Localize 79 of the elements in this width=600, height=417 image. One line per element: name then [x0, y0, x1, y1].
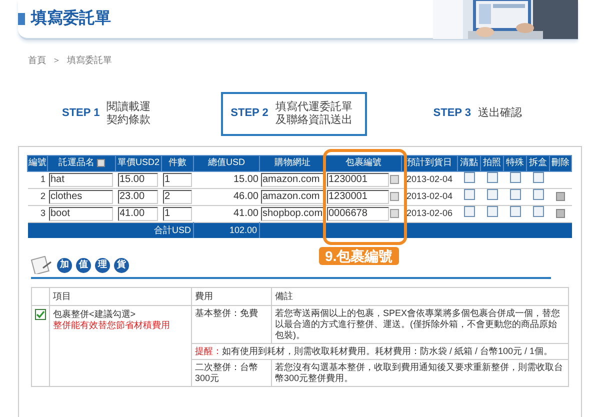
column-header: 編號: [28, 155, 48, 171]
column-header: 項目: [50, 288, 192, 306]
quantity-field[interactable]: 1: [162, 206, 192, 220]
url-field[interactable]: shopbop.com: [260, 206, 324, 220]
column-header: 特殊: [504, 155, 526, 171]
url-field[interactable]: amazon.com: [260, 190, 324, 204]
arrival-date-cell: 2013-02-04: [402, 171, 458, 188]
heading-char: 理: [95, 258, 110, 272]
checkbox[interactable]: [35, 309, 46, 320]
column-header: 預計到貨日: [402, 155, 458, 171]
column-header: 購物網址: [260, 155, 326, 171]
reminder-text: 提醒：如有使用到耗材，則需收取耗材費用。耗材費用：防水袋 / 紙箱 / 台幣100元 / 1個。: [192, 344, 568, 360]
item-name-field[interactable]: hat: [48, 172, 112, 186]
heading-char: 加: [57, 258, 72, 272]
package-number-field[interactable]: 0006678: [326, 206, 388, 220]
step-text: 送出確認: [478, 107, 523, 120]
step-text: 填寫代運委託單及聯絡資訊送出: [275, 100, 354, 126]
price-field[interactable]: 41.00: [118, 206, 158, 220]
heading-char: 值: [76, 258, 91, 272]
clipboard-icon: [31, 256, 53, 274]
price-field[interactable]: 23.00: [118, 190, 158, 204]
checkbox[interactable]: [486, 188, 498, 200]
column-header: 拍照: [480, 155, 504, 171]
column-header: 件數: [162, 155, 194, 171]
column-header: 總值USD: [194, 155, 260, 171]
fee-cell: 基本整併：免費: [192, 306, 272, 344]
total-cell: 15.00: [194, 171, 260, 188]
checkbox[interactable]: [464, 206, 474, 217]
row-number: 1: [28, 171, 48, 188]
arrival-date-cell: 2013-02-04: [402, 188, 458, 205]
step-number: STEP 2: [230, 106, 268, 122]
step-number: STEP 1: [62, 106, 100, 122]
checkbox[interactable]: [510, 188, 520, 200]
column-header: 刪除: [550, 155, 572, 171]
callout-label: 9.包裹編號: [319, 246, 399, 264]
column-header-text: 託運品名: [58, 156, 94, 170]
arrival-date-cell: 2013-02-06: [402, 205, 458, 222]
step-text: 閱讀載運契約條款: [106, 100, 152, 126]
breadcrumb-separator: ＞: [52, 54, 61, 67]
row-number: 2: [28, 188, 48, 205]
total-cell: 46.00: [194, 188, 260, 205]
item-subtitle: 整併能有效替您節省材積費用: [53, 320, 171, 331]
header-marker-icon: [18, 13, 25, 25]
column-header: 單價USD2: [116, 155, 162, 171]
item-name-field[interactable]: boot: [48, 206, 112, 220]
url-field[interactable]: amazon.com: [260, 172, 324, 186]
price-field[interactable]: 15.00: [118, 172, 158, 186]
page-title: 填寫委託單: [31, 8, 111, 29]
note-cell: 若您寄送兩個以上的包裹，SPEX會依專業將多個包裹合併成一個，替您以最合適的方式進行整併、運送。(僅拆除外箱，不會更動您的商品原始包裝)。: [272, 306, 568, 344]
quantity-field[interactable]: 1: [162, 172, 192, 186]
package-number-field[interactable]: 1230001: [326, 172, 388, 186]
checkbox[interactable]: [532, 172, 544, 183]
breadcrumb-item[interactable]: 首頁: [28, 54, 46, 68]
checkbox[interactable]: [464, 172, 474, 183]
sum-value: 102.00: [194, 222, 260, 238]
column-header: 清點: [458, 155, 480, 171]
fee-cell: 二次整併：台幣300元: [192, 360, 272, 386]
column-header: 拆盒: [526, 155, 550, 171]
column-header: 包裹編號: [326, 155, 402, 171]
row-number: 3: [28, 205, 48, 222]
quantity-field[interactable]: 2: [162, 190, 192, 204]
checkbox[interactable]: [464, 188, 474, 200]
column-header: 費用: [192, 288, 272, 306]
checkbox[interactable]: [532, 206, 544, 217]
checkbox[interactable]: [510, 172, 520, 183]
note-cell: 若您沒有勾選基本整併，收取到費用通知後又要求重新整併，則需收取台幣300元整併費用。: [272, 360, 568, 386]
checkbox[interactable]: [532, 188, 544, 200]
heading-char: 貨: [114, 258, 129, 272]
total-cell: 41.00: [194, 205, 260, 222]
checkbox[interactable]: [486, 172, 498, 183]
checkbox[interactable]: [486, 206, 498, 217]
step-number: STEP 3: [433, 106, 471, 122]
item-title: 包裹整併<建議勾選>: [53, 309, 137, 320]
item-name-field[interactable]: clothes: [48, 190, 112, 204]
column-header: 備註: [272, 288, 568, 306]
checkbox[interactable]: [510, 206, 520, 217]
package-number-field[interactable]: 1230001: [326, 190, 388, 204]
sum-label: 合計USD: [28, 222, 194, 238]
breadcrumb-item: 填寫委託單: [67, 54, 112, 67]
